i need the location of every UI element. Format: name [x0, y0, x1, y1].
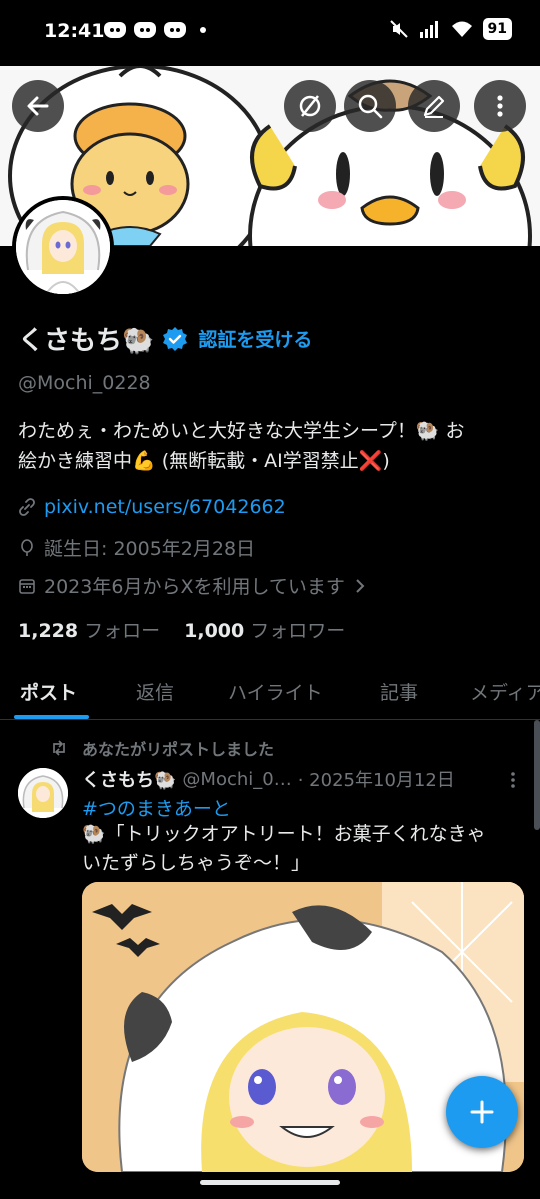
scroll-indicator[interactable] [534, 720, 540, 830]
bio-line: 絵かき練習中💪 (無断転載・AI学習禁止❌) [18, 450, 390, 472]
repost-indicator: あなたがリポストしました [50, 736, 274, 760]
search-icon [358, 94, 383, 119]
bio-line: わためぇ・わためいと大好きな大学生シープ！🐏 お [18, 420, 465, 442]
post-avatar-illustration [18, 768, 68, 818]
post-text-line: 🐏「トリックオアトリート！お菓子くれなきゃ [82, 823, 486, 845]
repost-label: あなたがリポストしました [82, 740, 275, 759]
post-text-line: いたずらしちゃうぞ〜！」 [82, 852, 311, 874]
verified-badge-icon [163, 326, 188, 351]
grok-icon [299, 95, 321, 117]
following-label: フォロー [84, 620, 161, 642]
more-vertical-icon [497, 95, 503, 117]
discord-icon [104, 22, 126, 38]
discord-icon [134, 22, 156, 38]
battery-icon: 91 [482, 18, 512, 40]
profile-birthday: 誕生日: 2005年2月28日 [44, 538, 256, 560]
active-tab-indicator [14, 715, 89, 719]
discord-icon [164, 22, 186, 38]
plus-icon [470, 1100, 494, 1124]
post-author-name[interactable]: くさもち🐏 [82, 766, 176, 792]
tab-replies[interactable]: 返信 [136, 678, 174, 705]
profile-link-row: pixiv.net/users/67042662 [18, 496, 286, 518]
post-text: 🐏「トリックオアトリート！お菓子くれなきゃ いたずらしちゃうぞ〜！」 [82, 820, 522, 878]
following-count: 1,228 [18, 620, 79, 642]
edit-button[interactable] [408, 80, 460, 132]
search-button[interactable] [344, 80, 396, 132]
follow-stats: 1,228 フォロー 1,000 フォロワー [18, 616, 345, 643]
link-icon [19, 498, 35, 516]
get-verified-link[interactable]: 認証を受ける [198, 325, 312, 352]
profile-bio: わためぇ・わためいと大好きな大学生シープ！🐏 お 絵かき練習中💪 (無断転載・A… [18, 416, 518, 476]
more-button[interactable] [474, 80, 526, 132]
profile-name: くさもち🐏 [18, 326, 155, 356]
status-bar: 12:41 91 [0, 0, 540, 66]
post-author-avatar[interactable] [18, 768, 68, 818]
post-more-button[interactable] [508, 770, 518, 795]
profile-avatar[interactable] [12, 196, 114, 298]
post-hashtag[interactable]: #つのまきあーと [82, 794, 231, 821]
avatar-illustration [16, 200, 110, 294]
chevron-right-icon [356, 578, 365, 593]
back-arrow-icon [27, 96, 49, 116]
profile-website-link[interactable]: pixiv.net/users/67042662 [44, 496, 286, 518]
followers-count: 1,000 [184, 620, 245, 642]
balloon-icon [21, 538, 33, 556]
profile-joined-row[interactable]: 2023年6月からXを利用しています [18, 572, 367, 599]
notification-icons [104, 22, 206, 38]
grok-button[interactable] [284, 80, 336, 132]
post-date: · 2025年10月12日 [297, 770, 455, 791]
status-time: 12:41 [44, 20, 105, 42]
wifi-icon [451, 21, 472, 37]
profile-handle: @Mochi_0228 [18, 372, 151, 394]
home-indicator[interactable] [200, 1180, 340, 1185]
post-author-handle: @Mochi_0… [182, 768, 292, 790]
tab-highlights[interactable]: ハイライト [228, 678, 323, 705]
more-vertical-icon [511, 772, 515, 788]
profile-joined: 2023年6月からXを利用しています [44, 576, 345, 598]
post-header: くさもち🐏 @Mochi_0… · 2025年10月12日 [82, 766, 455, 792]
tab-posts[interactable]: ポスト [20, 678, 77, 705]
calendar-icon [19, 578, 35, 594]
pencil-icon [423, 95, 445, 118]
profile-tabs: ポスト 返信 ハイライト 記事 メディア [0, 660, 540, 720]
repost-icon [53, 740, 65, 756]
followers-stat[interactable]: 1,000 フォロワー [184, 616, 345, 643]
tab-articles[interactable]: 記事 [380, 678, 418, 705]
signal-icon [419, 21, 438, 38]
tab-media[interactable]: メディア [470, 678, 540, 705]
followers-label: フォロワー [250, 620, 346, 642]
back-button[interactable] [12, 80, 64, 132]
dot-icon [200, 27, 206, 33]
profile-name-row: くさもち🐏 認証を受ける [18, 320, 312, 357]
compose-post-button[interactable] [446, 1076, 518, 1148]
profile-birthday-row: 誕生日: 2005年2月28日 [18, 534, 255, 561]
following-stat[interactable]: 1,228 フォロー [18, 616, 160, 643]
system-icons: 91 [389, 18, 512, 40]
mute-icon [389, 20, 408, 38]
